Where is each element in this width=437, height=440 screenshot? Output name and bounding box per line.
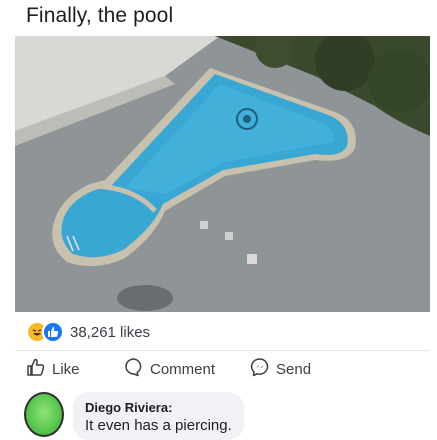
reaction-count[interactable]: 38,261 likes (70, 324, 150, 341)
messenger-send-icon (250, 357, 270, 381)
comment-bubble-icon (124, 357, 144, 381)
reactions-summary[interactable]: 38,261 likes (26, 321, 150, 343)
comment-bubble: Diego Riviera: It even has a piercing. (73, 392, 244, 440)
send-label: Send (276, 360, 312, 378)
send-button[interactable]: Send (250, 357, 311, 381)
comment: Diego Riviera: It even has a piercing. (24, 392, 244, 440)
post-actions: Like Comment Send (26, 356, 427, 382)
like-label: Like (52, 360, 80, 378)
thumbs-up-icon (26, 357, 46, 381)
divider (15, 350, 430, 351)
post-title: Finally, the pool (26, 4, 174, 27)
comment-label: Comment (150, 360, 216, 378)
comment-button[interactable]: Comment (124, 357, 250, 381)
like-button[interactable]: Like (26, 357, 124, 381)
comment-author[interactable]: Diego Riviera: (85, 400, 232, 415)
pool-photo[interactable] (15, 36, 430, 312)
like-reaction-icon (42, 321, 64, 343)
avatar[interactable] (24, 392, 64, 437)
comment-text: It even has a piercing. (85, 417, 232, 434)
pool-image (15, 36, 430, 312)
